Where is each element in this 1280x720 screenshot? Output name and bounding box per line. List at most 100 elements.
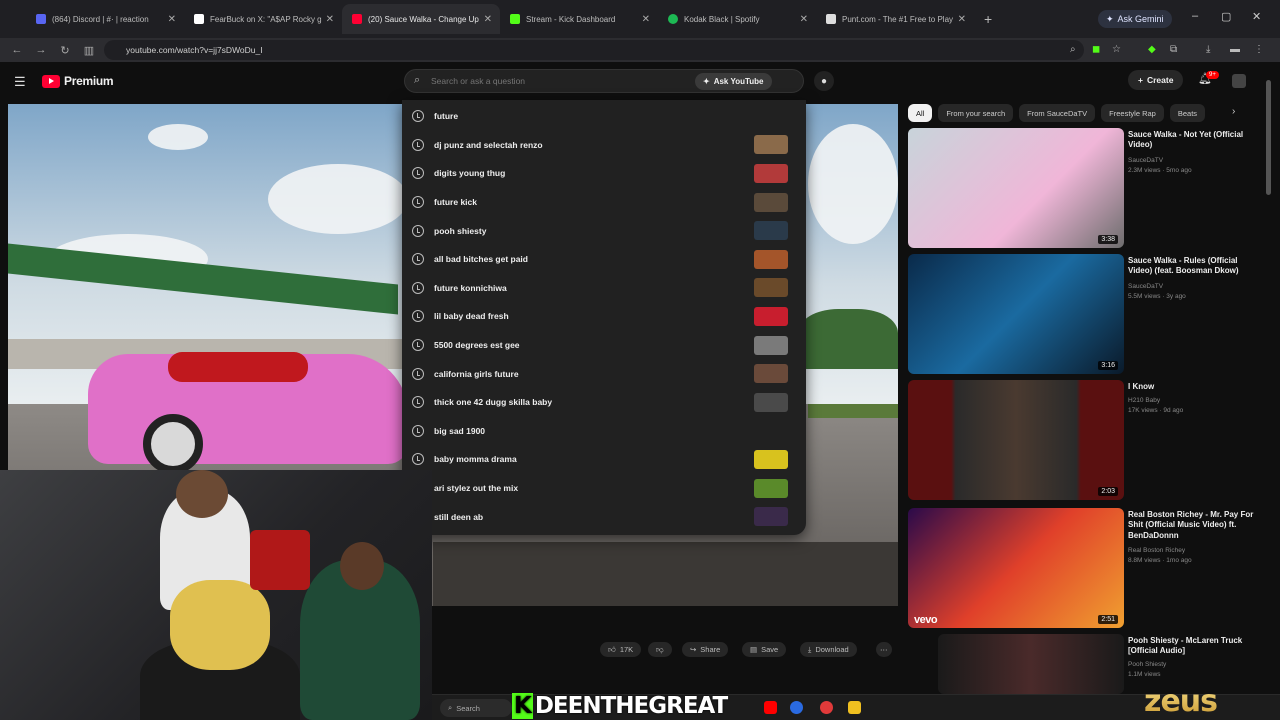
guest-hair	[170, 580, 270, 670]
share-button[interactable]: ↪ Share	[682, 642, 729, 657]
chip-from-search[interactable]: From your search	[938, 104, 1014, 122]
search-input[interactable]	[431, 76, 681, 86]
more-actions-button[interactable]: ⋯	[876, 642, 892, 657]
filter-chips: All From your search From SauceDaTV Free…	[908, 104, 1206, 122]
sparkle-icon: ✦	[703, 77, 710, 86]
suggestion-text: california girls future	[434, 368, 519, 379]
search-suggestion[interactable]: dj punz and selectah renzo	[402, 131, 806, 160]
reload-icon[interactable]: ↻	[58, 44, 72, 57]
ask-youtube-button[interactable]: ✦ Ask YouTube	[695, 73, 772, 90]
search-suggestion[interactable]: ari stylez out the mix	[402, 474, 806, 503]
maximize-button[interactable]: ▢	[1221, 10, 1231, 23]
suggestion-thumbnail	[754, 507, 788, 527]
suggestion-text: still deen ab	[434, 511, 484, 522]
streamer-name-overlay: K DEENTHEGREAT	[512, 693, 728, 719]
tab-title: Punt.com - The #1 Free to Play	[842, 14, 954, 24]
history-icon	[412, 367, 424, 380]
back-icon[interactable]: ←	[10, 44, 24, 56]
zoom-icon[interactable]: ⌕	[1070, 44, 1076, 55]
close-tab-icon[interactable]: ✕	[484, 14, 492, 25]
search-suggestion[interactable]: baby momma drama	[402, 445, 806, 474]
search-suggestion[interactable]: 5500 degrees est gee	[402, 331, 806, 360]
save-label: Save	[761, 645, 779, 654]
save-button[interactable]: ▤ Save	[742, 642, 787, 657]
video-thumbnail	[938, 634, 1124, 694]
chip-beats[interactable]: Beats	[1169, 104, 1206, 122]
search-suggestion[interactable]: big sad 1900	[402, 417, 806, 446]
recommendation-card[interactable]: vevo 2:51 Real Boston Richey - Mr. Pay Fo…	[908, 508, 1268, 628]
taskbar-search[interactable]: ⌕ Search	[440, 699, 512, 717]
tab-punt[interactable]: Punt.com - The #1 Free to Play ✕	[816, 4, 974, 34]
search-suggestion[interactable]: lil baby dead fresh	[402, 302, 806, 331]
menu-dots-icon[interactable]: ⋮	[1254, 44, 1264, 55]
ask-gemini-button[interactable]: ✦ Ask Gemini	[1098, 10, 1172, 28]
zeus-watermark: zeus	[1144, 684, 1218, 719]
search-suggestion[interactable]: future	[402, 102, 806, 131]
menu-icon[interactable]: ☰	[14, 74, 26, 90]
video-thumbnail: 3:16	[908, 254, 1124, 374]
ask-gemini-label: Ask Gemini	[1117, 14, 1164, 24]
gemini-icon: ✦	[1106, 13, 1114, 24]
recommendation-card[interactable]: 2:03 I Know H210 Baby 17K views · 9d ago	[908, 380, 1268, 500]
chrome-app-icon[interactable]	[820, 701, 833, 714]
history-icon	[412, 310, 424, 323]
search-suggestion[interactable]: future konnichiwa	[402, 274, 806, 303]
tab-x[interactable]: FearBuck on X: "A$AP Rocky g ✕	[184, 4, 342, 34]
bookmark-star-icon[interactable]: ☆	[1112, 44, 1121, 55]
download-button[interactable]: ⤓ Download	[800, 642, 857, 657]
search-suggestion[interactable]: digits young thug	[402, 159, 806, 188]
mic-icon[interactable]: ●	[814, 71, 834, 91]
tab-youtube[interactable]: (20) Sauce Walka - Change Up ✕	[342, 4, 500, 34]
url-text: youtube.com/watch?v=jj7sDWoDu_I	[126, 45, 263, 55]
minimize-button[interactable]: –	[1192, 10, 1198, 22]
tab-kick[interactable]: Stream - Kick Dashboard ✕	[500, 4, 658, 34]
folder-icon[interactable]	[848, 701, 861, 714]
video-meta: 17K views · 9d ago	[1128, 407, 1184, 414]
create-button[interactable]: + Create	[1128, 70, 1184, 90]
extensions-puzzle-icon[interactable]: ⧉	[1170, 44, 1177, 55]
tab-title: Stream - Kick Dashboard	[526, 14, 616, 24]
recommendation-card[interactable]: 3:38 Sauce Walka - Not Yet (Official Vid…	[908, 128, 1268, 248]
search-suggestion[interactable]: pooh shiesty	[402, 216, 806, 245]
browser-app-icon[interactable]	[790, 701, 803, 714]
avatar[interactable]	[1232, 74, 1246, 88]
chip-from-channel[interactable]: From SauceDaTV	[1019, 104, 1096, 122]
video-title: Real Boston Richey - Mr. Pay For Shit (O…	[1128, 510, 1254, 540]
dislike-button[interactable]: 👎︎	[648, 642, 672, 657]
thumbs-down-icon: 👎︎	[656, 644, 664, 654]
close-tab-icon[interactable]: ✕	[326, 14, 334, 25]
tab-discord[interactable]: (864) Discord | #· | reaction ✕	[26, 4, 184, 34]
downloads-icon[interactable]: ⤓	[1206, 44, 1210, 55]
like-count: 17K	[619, 645, 634, 654]
sidebar-icon[interactable]: ▥	[82, 44, 96, 57]
extension-icon[interactable]: ◼	[1092, 44, 1100, 55]
search-suggestions: future dj punz and selectah renzo digits y…	[402, 100, 806, 535]
youtube-app-icon[interactable]	[764, 701, 777, 714]
close-tab-icon[interactable]: ✕	[642, 14, 650, 25]
chip-freestyle-rap[interactable]: Freestyle Rap	[1101, 104, 1164, 122]
chevron-right-icon[interactable]: ›	[1232, 106, 1235, 117]
url-field[interactable]: youtube.com/watch?v=jj7sDWoDu_I	[104, 40, 1084, 60]
tab-spotify[interactable]: Kodak Black | Spotify ✕	[658, 4, 816, 34]
history-icon	[412, 253, 424, 266]
chip-all[interactable]: All	[908, 104, 933, 122]
youtube-logo[interactable]: Premium	[42, 74, 114, 88]
close-tab-icon[interactable]: ✕	[958, 14, 966, 25]
extension-icon[interactable]: ◆	[1148, 44, 1156, 55]
like-button[interactable]: 👍︎ 17K	[600, 642, 642, 657]
profile-icon[interactable]: ▬	[1230, 44, 1240, 55]
close-tab-icon[interactable]: ✕	[800, 14, 808, 25]
search-suggestion[interactable]: future kick	[402, 188, 806, 217]
recommendation-card[interactable]: 3:16 Sauce Walka - Rules (Official Video…	[908, 254, 1268, 374]
forward-icon[interactable]: →	[34, 44, 48, 56]
suggestion-thumbnail	[754, 478, 788, 498]
search-suggestion[interactable]: california girls future	[402, 359, 806, 388]
search-suggestion[interactable]: still deen ab	[402, 502, 806, 531]
search-suggestion[interactable]: all bad bitches get paid	[402, 245, 806, 274]
close-window-button[interactable]: ✕	[1252, 10, 1261, 23]
new-tab-button[interactable]: +	[984, 11, 992, 27]
suggestion-thumbnail	[754, 135, 788, 155]
search-suggestion[interactable]: thick one 42 dugg skilla baby	[402, 388, 806, 417]
close-tab-icon[interactable]: ✕	[168, 14, 176, 25]
suggestion-thumbnail	[754, 221, 788, 241]
